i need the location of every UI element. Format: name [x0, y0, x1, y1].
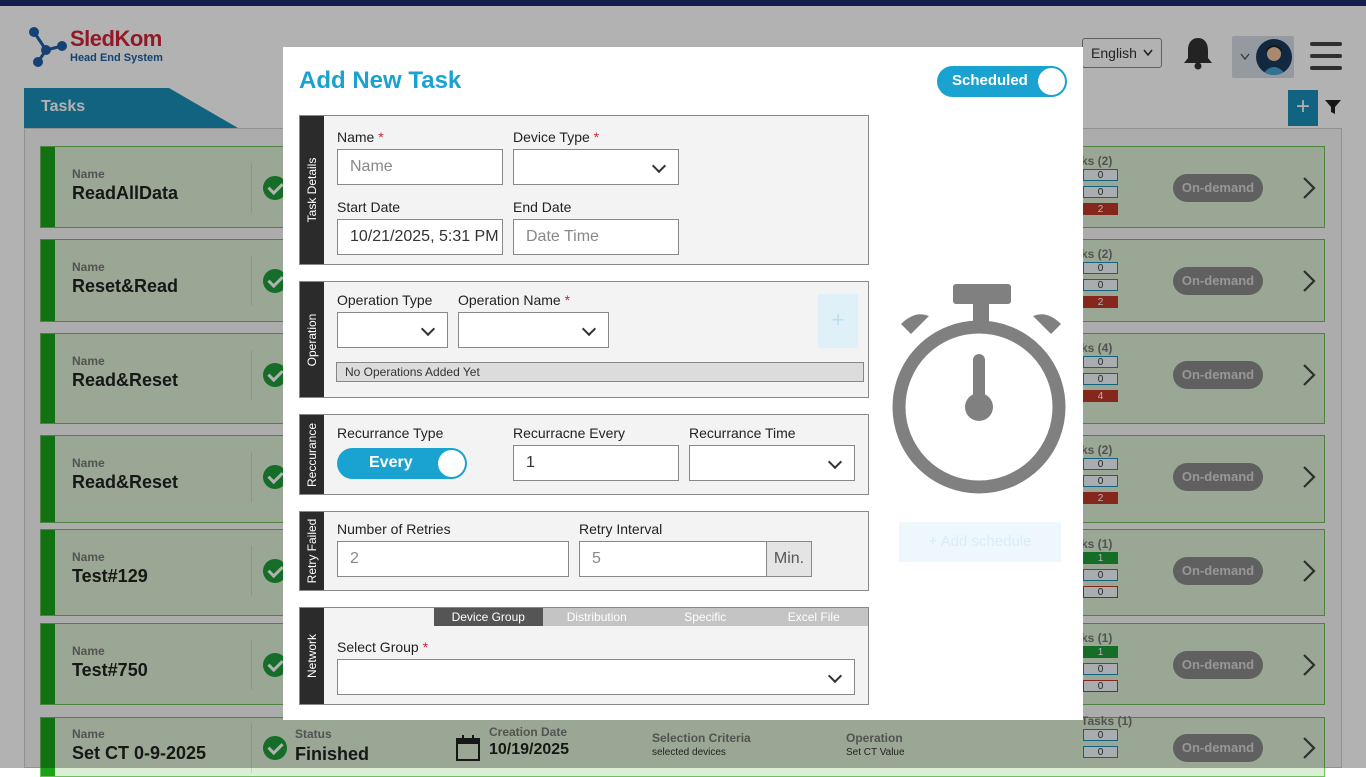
- select-group-select[interactable]: [337, 659, 855, 695]
- scheduled-toggle-label: Scheduled: [952, 72, 1028, 89]
- operations-empty-state: No Operations Added Yet: [336, 362, 864, 382]
- network-tabs: Device Group Distribution Specific Excel…: [434, 608, 868, 626]
- toggle-knob: [1038, 68, 1065, 95]
- add-task-modal: Add New Task Scheduled Task Details Name…: [283, 47, 1083, 720]
- device-type-label: Device Type *: [513, 129, 600, 145]
- section-side-label: Network: [300, 608, 324, 704]
- end-date-input[interactable]: Date Time: [513, 219, 679, 255]
- toggle-knob: [438, 450, 465, 477]
- modal-title: Add New Task: [299, 67, 462, 94]
- tab-device-group[interactable]: Device Group: [434, 608, 543, 626]
- section-side-label: Operation: [300, 282, 324, 397]
- operation-type-label: Operation Type: [337, 292, 433, 308]
- retry-interval-unit: Min.: [766, 541, 812, 577]
- add-schedule-button[interactable]: + Add schedule: [899, 522, 1061, 562]
- retry-interval-label: Retry Interval: [579, 521, 663, 537]
- name-input[interactable]: Name: [337, 149, 503, 185]
- stopwatch-icon: [892, 284, 1066, 494]
- task-details-section: Task Details Name * Name Device Type * S…: [299, 115, 869, 265]
- section-side-label: Reccurance: [300, 415, 324, 494]
- recurrence-every-label: Recurracne Every: [513, 425, 626, 441]
- scheduled-toggle[interactable]: Scheduled: [937, 66, 1067, 97]
- recurrence-every-input[interactable]: 1: [513, 445, 679, 481]
- name-label: Name *: [337, 129, 384, 145]
- recurrence-type-label: Recurrance Type: [337, 425, 444, 441]
- chevron-down-icon: [581, 321, 597, 337]
- section-side-label: Retry Failed: [300, 512, 324, 590]
- tab-excel-file[interactable]: Excel File: [759, 608, 868, 626]
- start-date-label: Start Date: [337, 199, 401, 215]
- end-date-label: End Date: [513, 199, 572, 215]
- retry-section: Retry Failed Number of Retries 2 Retry I…: [299, 511, 869, 591]
- recurrence-section: Reccurance Recurrance Type Every Recurra…: [299, 414, 869, 495]
- select-group-label: Select Group *: [337, 639, 429, 655]
- recurrence-time-select[interactable]: [689, 445, 855, 481]
- chevron-down-icon: [651, 158, 667, 174]
- operation-section: Operation Operation Type Operation Name …: [299, 281, 869, 398]
- retries-label: Number of Retries: [337, 521, 451, 537]
- add-operation-button[interactable]: +: [818, 294, 858, 348]
- chevron-down-icon: [827, 668, 843, 684]
- operation-name-label: Operation Name *: [458, 292, 571, 308]
- network-section: Network Device Group Distribution Specif…: [299, 607, 869, 705]
- retries-input[interactable]: 2: [337, 541, 569, 577]
- start-date-input[interactable]: 10/21/2025, 5:31 PM: [337, 219, 503, 255]
- recurrence-time-label: Recurrance Time: [689, 425, 796, 441]
- operation-type-select[interactable]: [337, 312, 448, 348]
- retry-interval-input[interactable]: 5: [579, 541, 767, 577]
- operation-name-select[interactable]: [458, 312, 609, 348]
- tab-specific[interactable]: Specific: [651, 608, 760, 626]
- recurrence-type-value: Every: [369, 454, 413, 471]
- recurrence-type-toggle[interactable]: Every: [337, 448, 467, 479]
- device-type-select[interactable]: [513, 149, 679, 185]
- tab-distribution[interactable]: Distribution: [542, 608, 651, 626]
- chevron-down-icon: [827, 454, 843, 470]
- section-side-label: Task Details: [300, 116, 324, 264]
- chevron-down-icon: [420, 321, 436, 337]
